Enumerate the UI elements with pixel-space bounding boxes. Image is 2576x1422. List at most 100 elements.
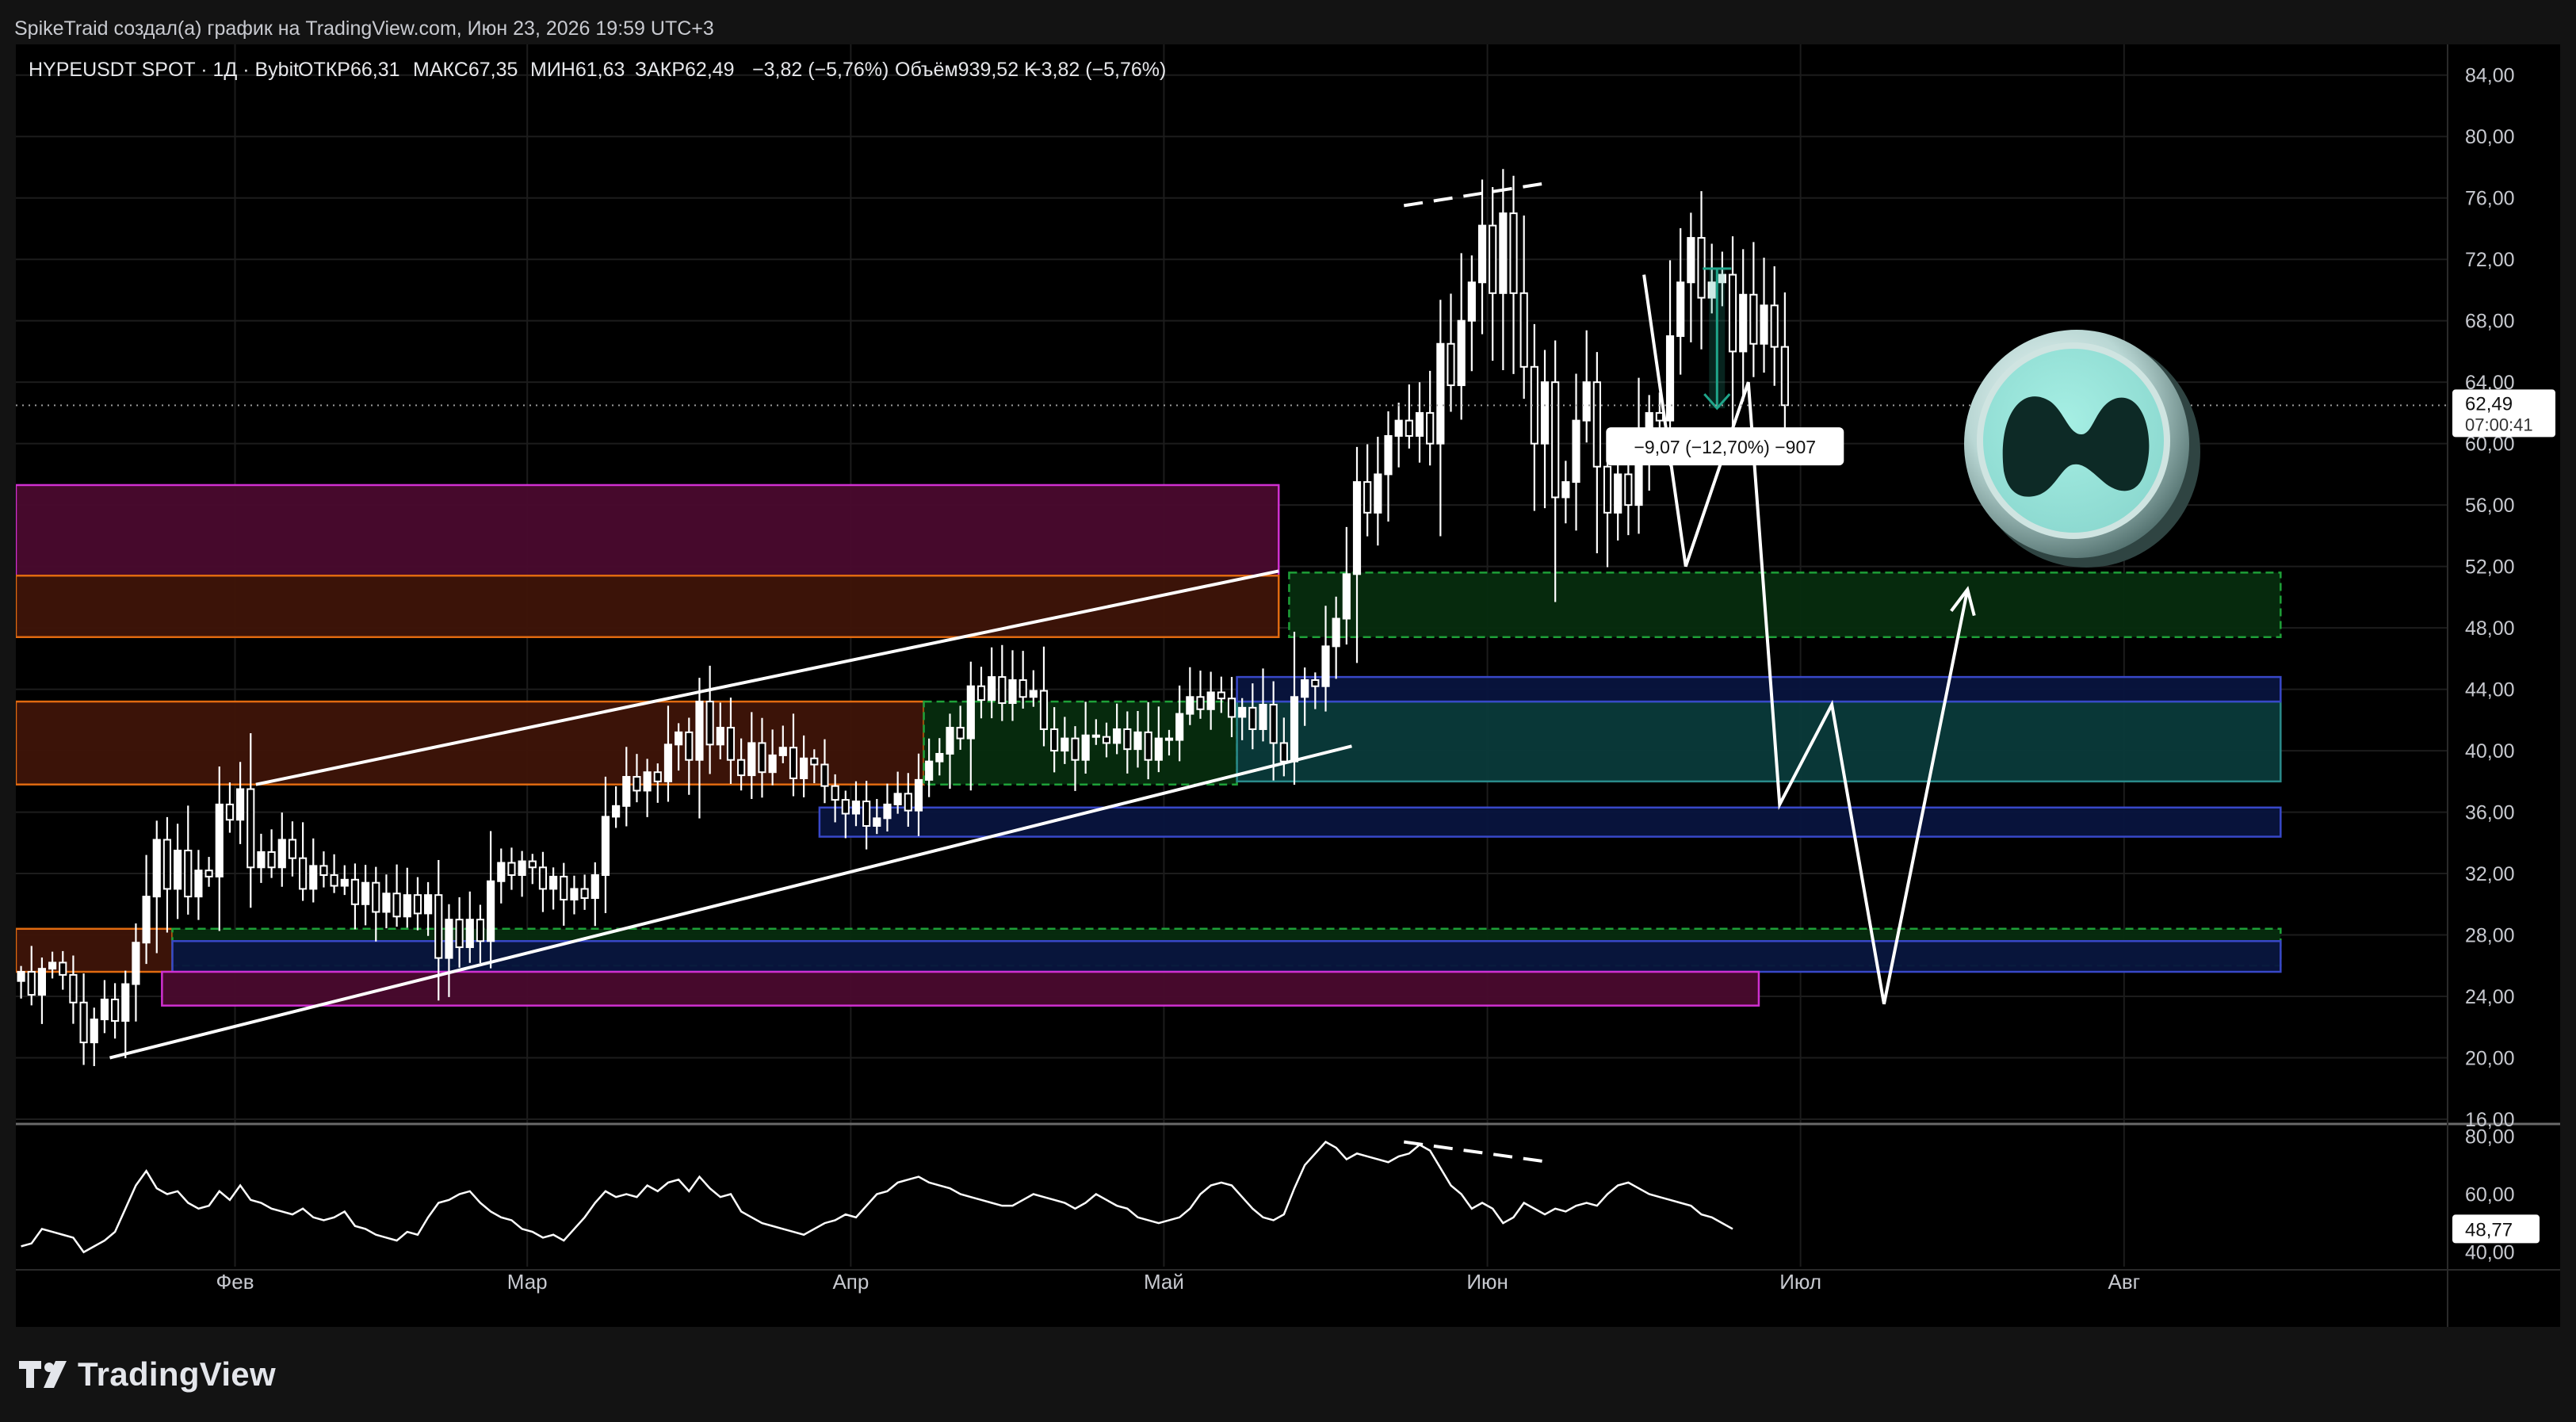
price-tick-label: 56,00 xyxy=(2465,495,2515,517)
candle-body xyxy=(1489,224,1497,294)
candle-body xyxy=(1780,346,1789,407)
chart-attribution: SpikeTraid создал(а) график на TradingVi… xyxy=(14,17,714,40)
candle-body xyxy=(841,799,850,815)
last-price-tag: 62,4907:00:41 xyxy=(2452,389,2555,438)
price-tick-label: 36,00 xyxy=(2465,802,2515,824)
candle-body xyxy=(914,778,923,812)
tradingview-brand[interactable]: TradingView xyxy=(78,1355,276,1393)
candle-body xyxy=(69,973,78,1003)
price-tick-label: 84,00 xyxy=(2465,65,2515,87)
candle-body xyxy=(132,942,140,985)
price-tick-label: 72,00 xyxy=(2465,249,2515,271)
candle-body xyxy=(445,919,453,959)
candle-body xyxy=(59,961,67,976)
footer: TradingView xyxy=(19,1354,276,1395)
candle-body xyxy=(518,860,526,876)
candle-body xyxy=(361,881,370,905)
candle-body xyxy=(1154,737,1163,761)
candle-body xyxy=(1363,481,1372,514)
candle-body xyxy=(1561,481,1570,499)
legend-volume-change: −3,82 (−5,76%) xyxy=(1030,59,1166,81)
price-tick-label: 24,00 xyxy=(2465,986,2515,1008)
zone-teal xyxy=(1236,700,2282,783)
rsi-pane xyxy=(16,1122,2560,1254)
candle-body xyxy=(580,888,589,900)
zone-purple xyxy=(161,970,1760,1007)
candle-body xyxy=(121,983,130,1023)
ohlc-legend: HYPEUSDT SPOT · 1Д · BybitОТКР66,31 МАКС6… xyxy=(29,59,1166,81)
candle-body xyxy=(37,968,47,996)
legend-high: МАКС67,35 xyxy=(413,59,518,81)
candle-body xyxy=(476,919,485,942)
candle-body xyxy=(590,873,599,900)
candle-body xyxy=(1436,342,1445,445)
candle-body xyxy=(737,759,746,777)
candle-body xyxy=(1405,419,1413,437)
hype-logo xyxy=(1964,330,2200,568)
candle-body xyxy=(549,875,558,890)
candle-body xyxy=(1113,728,1122,744)
measure-label-text: −9,07 (−12,70%) −907 xyxy=(1634,437,1817,457)
candle-body xyxy=(215,803,224,877)
candle-body xyxy=(455,919,464,949)
candle-body xyxy=(935,752,944,763)
candle-body xyxy=(747,742,756,777)
rsi-divergence-line xyxy=(1403,1140,1550,1164)
measure-label: −9,07 (−12,70%) −907 xyxy=(1606,427,1844,466)
rsi-value-text: 48,77 xyxy=(2465,1219,2513,1240)
candle-body xyxy=(873,817,881,828)
candle-body xyxy=(1019,679,1027,698)
candle-body xyxy=(194,870,203,898)
tradingview-logo-icon[interactable] xyxy=(19,1361,70,1388)
candle-body xyxy=(1196,696,1205,710)
rsi-tick-label: 40,00 xyxy=(2465,1242,2515,1264)
candle-body xyxy=(1415,411,1424,437)
candle-body xyxy=(309,865,318,890)
candle-body xyxy=(1499,212,1508,294)
candle-body xyxy=(966,685,975,740)
candle-body xyxy=(434,894,443,959)
candle-body xyxy=(1374,473,1382,514)
candle-body xyxy=(778,747,787,756)
candle-body xyxy=(152,839,161,898)
candle-body xyxy=(883,803,892,820)
projection-path xyxy=(1642,274,1970,1005)
candle-body xyxy=(267,851,276,869)
legend-low: МИН61,63 xyxy=(530,59,625,81)
candle-body xyxy=(1592,381,1601,468)
candle-body xyxy=(1227,698,1236,718)
legend-volume: Объём939,52 K xyxy=(895,59,1038,81)
candle-body xyxy=(789,747,798,779)
candle-body xyxy=(675,731,683,746)
candle-body xyxy=(946,727,954,755)
zone-blue xyxy=(1236,675,2282,703)
candle-body xyxy=(1238,706,1247,718)
candle-body xyxy=(1332,617,1340,648)
candle-body xyxy=(330,873,338,887)
candle-body xyxy=(1102,736,1111,744)
candle-body xyxy=(465,919,474,949)
candle-body xyxy=(1603,465,1612,514)
candle-body xyxy=(570,888,579,900)
time-tick-label: Мар xyxy=(507,1270,548,1294)
candle-body xyxy=(1029,690,1038,698)
legend-symbol: HYPEUSDT SPOT · 1Д · Bybit xyxy=(29,59,299,81)
candle-body xyxy=(424,894,433,915)
candle-body xyxy=(413,894,422,915)
price-tick-label: 48,00 xyxy=(2465,617,2515,640)
candle-body xyxy=(1164,737,1174,741)
price-chart[interactable]: −9,07 (−12,70%) −907 84,00 80,00 76,00 72,0… xyxy=(16,44,2560,1327)
candle-body xyxy=(100,998,109,1021)
candle-body xyxy=(1426,411,1435,445)
candle-body xyxy=(79,1001,88,1044)
zone-orange xyxy=(16,575,1280,638)
price-tick-label: 76,00 xyxy=(2465,188,2515,210)
candle-body xyxy=(1749,293,1758,345)
zone-blue xyxy=(171,940,2282,973)
rsi-tick-label: 80,00 xyxy=(2465,1126,2515,1148)
candle-body xyxy=(1039,690,1049,730)
candle-body xyxy=(1311,679,1320,687)
candle-body xyxy=(225,803,235,821)
candle-body xyxy=(726,727,736,761)
candle-body xyxy=(1342,573,1351,620)
